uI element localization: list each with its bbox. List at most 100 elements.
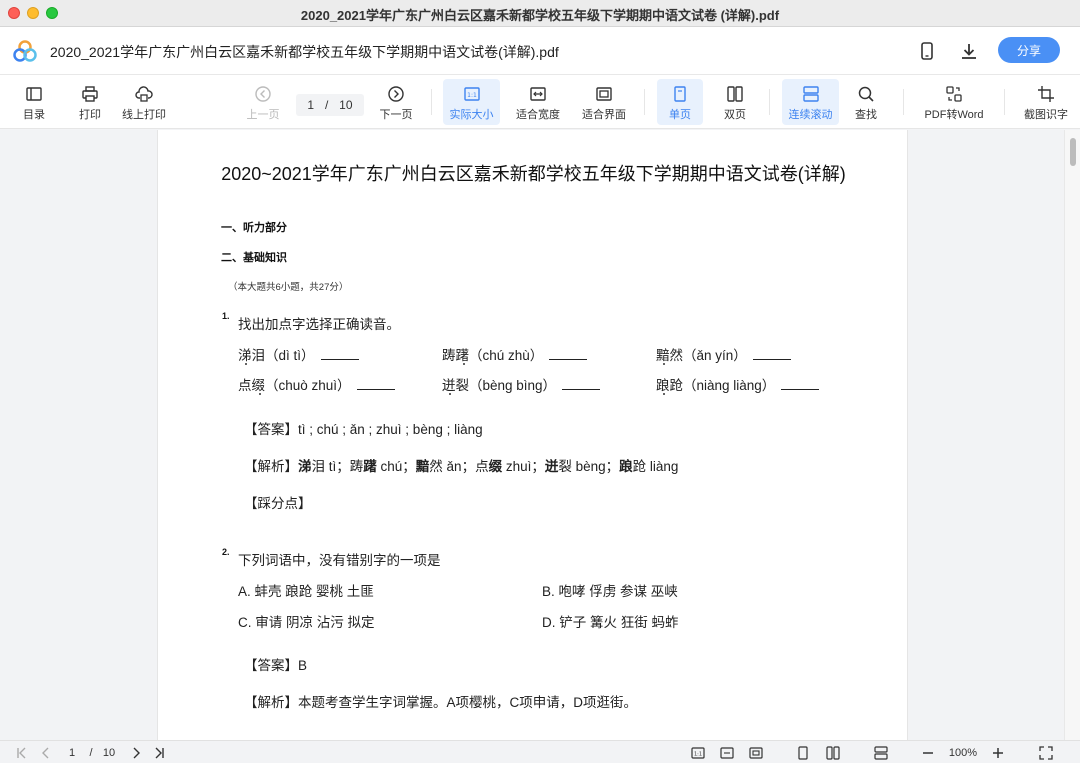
actual-size-glyph: 1:1 [467, 92, 477, 99]
toolbar-divider [1004, 89, 1005, 115]
answer-label: 【答案】 [244, 658, 298, 673]
zoom-in-icon[interactable] [990, 745, 1006, 760]
convert-icon [946, 86, 962, 102]
search-icon [858, 86, 874, 102]
double-page-button[interactable]: 双页 [713, 79, 757, 125]
pdf-to-word-label: PDF转Word [924, 109, 984, 121]
app-header: 2020_2021学年广东广州白云区嘉禾新都学校五年级下学期期中语文试卷(详解)… [0, 27, 1080, 75]
analysis-bold: 涕 [298, 459, 312, 474]
next-page-icon[interactable] [128, 745, 144, 760]
toc-button[interactable]: 目录 [14, 79, 54, 125]
zoom-level[interactable]: 100% [944, 745, 982, 760]
analysis-bold: 躇 [363, 459, 377, 474]
print-button[interactable]: 打印 [70, 79, 110, 125]
emphasis-dot [463, 363, 465, 365]
fit-width-icon[interactable] [718, 745, 736, 760]
first-page-icon[interactable] [14, 745, 30, 760]
toolbar: 目录 打印 线上打印 上一页 1 / 10 下一页 1:1 实际大小 适合宽度 … [0, 75, 1080, 129]
last-page-icon[interactable] [151, 745, 167, 760]
answer-line: 【答案】tì ; chú ; ǎn ; zhuì ; bèng ; liàng [244, 418, 483, 438]
double-page-icon[interactable] [824, 745, 842, 760]
zoom-out-icon[interactable] [920, 745, 936, 760]
continuous-scroll-icon [802, 86, 819, 102]
total-pages: 10 [339, 98, 353, 112]
question-number: 2. [222, 547, 230, 557]
online-print-button[interactable]: 线上打印 [118, 79, 170, 125]
toolbar-divider [903, 89, 904, 115]
analysis-label: 【解析】 [244, 459, 298, 474]
vertical-scrollbar[interactable] [1064, 130, 1080, 740]
analysis-text: 本题考查学生字词掌握。A项樱桃，C项申请，D项逛街。 [298, 695, 638, 710]
section-heading: 二、基础知识 [221, 252, 287, 264]
answer-line: 【答案】B [244, 654, 307, 674]
single-page-button[interactable]: 单页 [657, 79, 703, 125]
chevron-left-circle-icon [255, 86, 271, 102]
window-title: 2020_2021学年广东广州白云区嘉禾新都学校五年级下学期期中语文试卷 (详解… [300, 8, 780, 23]
option-c: C. 审请 阴凉 沾污 拟定 [238, 615, 375, 630]
continuous-scroll-icon[interactable] [872, 745, 890, 760]
analysis-line: 【解析】本题考查学生字词掌握。A项樱桃，C项申请，D项逛街。 [244, 691, 637, 711]
option-b: B. 咆哮 俘虏 参谋 巫峡 [542, 584, 678, 599]
prev-page-icon[interactable] [38, 745, 54, 760]
pinyin-item-text: 踉跄（niàng liàng） [656, 378, 776, 393]
fit-page-button[interactable]: 适合界面 [577, 79, 631, 125]
analysis-text: 裂 bèng； [558, 459, 620, 474]
section-note: （本大题共6小题，共27分） [228, 282, 349, 293]
current-page: 1 [307, 98, 315, 112]
bottom-current-page[interactable]: 1 [66, 745, 78, 760]
answer-blank [549, 359, 588, 360]
cloud-print-icon [135, 86, 153, 102]
share-button[interactable]: 分享 [998, 37, 1060, 63]
continuous-scroll-button[interactable]: 连续滚动 [782, 79, 839, 125]
pinyin-item: 点缀（chuò zhuì） [238, 374, 395, 394]
answer-blank [562, 389, 601, 390]
prev-page-button[interactable]: 上一页 [243, 79, 283, 125]
page-number-field[interactable]: 1 / 10 [296, 94, 364, 116]
option-a: A. 蚌壳 踉跄 婴桃 土匪 [238, 584, 374, 599]
pdf-page: 2020~2021学年广东广州白云区嘉禾新都学校五年级下学期期中语文试卷(详解)… [157, 130, 908, 740]
download-icon[interactable] [958, 40, 980, 62]
double-page-label: 双页 [724, 109, 746, 121]
answer-text: B [298, 658, 308, 673]
document-viewport[interactable]: 2020~2021学年广东广州白云区嘉禾新都学校五年级下学期期中语文试卷(详解)… [0, 130, 1080, 740]
answer-blank [356, 389, 395, 390]
printer-icon [82, 86, 98, 102]
answer-label: 【答案】 [244, 422, 298, 437]
actual-size-button[interactable]: 1:1 实际大小 [443, 79, 500, 125]
fit-width-button[interactable]: 适合宽度 [511, 79, 565, 125]
single-page-icon [674, 86, 686, 102]
pdf-to-word-button[interactable]: PDF转Word [918, 79, 990, 125]
window-titlebar: 2020_2021学年广东广州白云区嘉禾新都学校五年级下学期期中语文试卷 (详解… [0, 0, 1080, 27]
chevron-right-circle-icon [388, 86, 404, 102]
actual-size-icon[interactable]: 1:1 [689, 745, 707, 760]
toolbar-divider [431, 89, 432, 115]
pinyin-item: 涕泪（dì tì） [238, 344, 359, 364]
analysis-text: chú； [376, 459, 416, 474]
scrollbar-thumb[interactable] [1070, 138, 1076, 166]
online-print-label: 线上打印 [122, 109, 166, 121]
actual-size-label: 实际大小 [449, 109, 494, 121]
analysis-bold: 缀 [488, 459, 503, 474]
continuous-scroll-label: 连续滚动 [788, 109, 833, 121]
pinyin-item-text: 点缀（chuò zhuì） [238, 378, 351, 393]
page-title: 2020~2021学年广东广州白云区嘉禾新都学校五年级下学期期中语文试卷(详解) [221, 164, 846, 184]
pinyin-item-text: 黯然（ǎn yín） [656, 348, 747, 363]
fit-page-label: 适合界面 [582, 109, 626, 121]
single-page-icon[interactable] [795, 745, 811, 760]
ocr-button[interactable]: 截图识字 [1018, 79, 1074, 125]
emphasis-dot [259, 393, 261, 395]
single-page-label: 单页 [669, 109, 691, 121]
next-page-button[interactable]: 下一页 [376, 79, 416, 125]
analysis-bold: 黯 [415, 459, 430, 474]
analysis-text: 然 ǎn；点 [429, 459, 489, 474]
question-stem: 下列词语中，没有错别字的一项是 [238, 553, 441, 568]
fit-page-icon[interactable] [747, 745, 765, 760]
find-button[interactable]: 查找 [846, 79, 886, 125]
answer-blank [320, 359, 359, 360]
double-page-icon [727, 86, 743, 102]
find-label: 查找 [855, 109, 877, 121]
analysis-line: 【解析】涕泪 tì；踌躇 chú；黯然 ǎn；点缀 zhuì；迸裂 bèng；踉… [244, 455, 678, 475]
fullscreen-icon[interactable] [1038, 745, 1054, 760]
toolbar-divider [644, 89, 645, 115]
phone-icon[interactable] [916, 40, 938, 62]
